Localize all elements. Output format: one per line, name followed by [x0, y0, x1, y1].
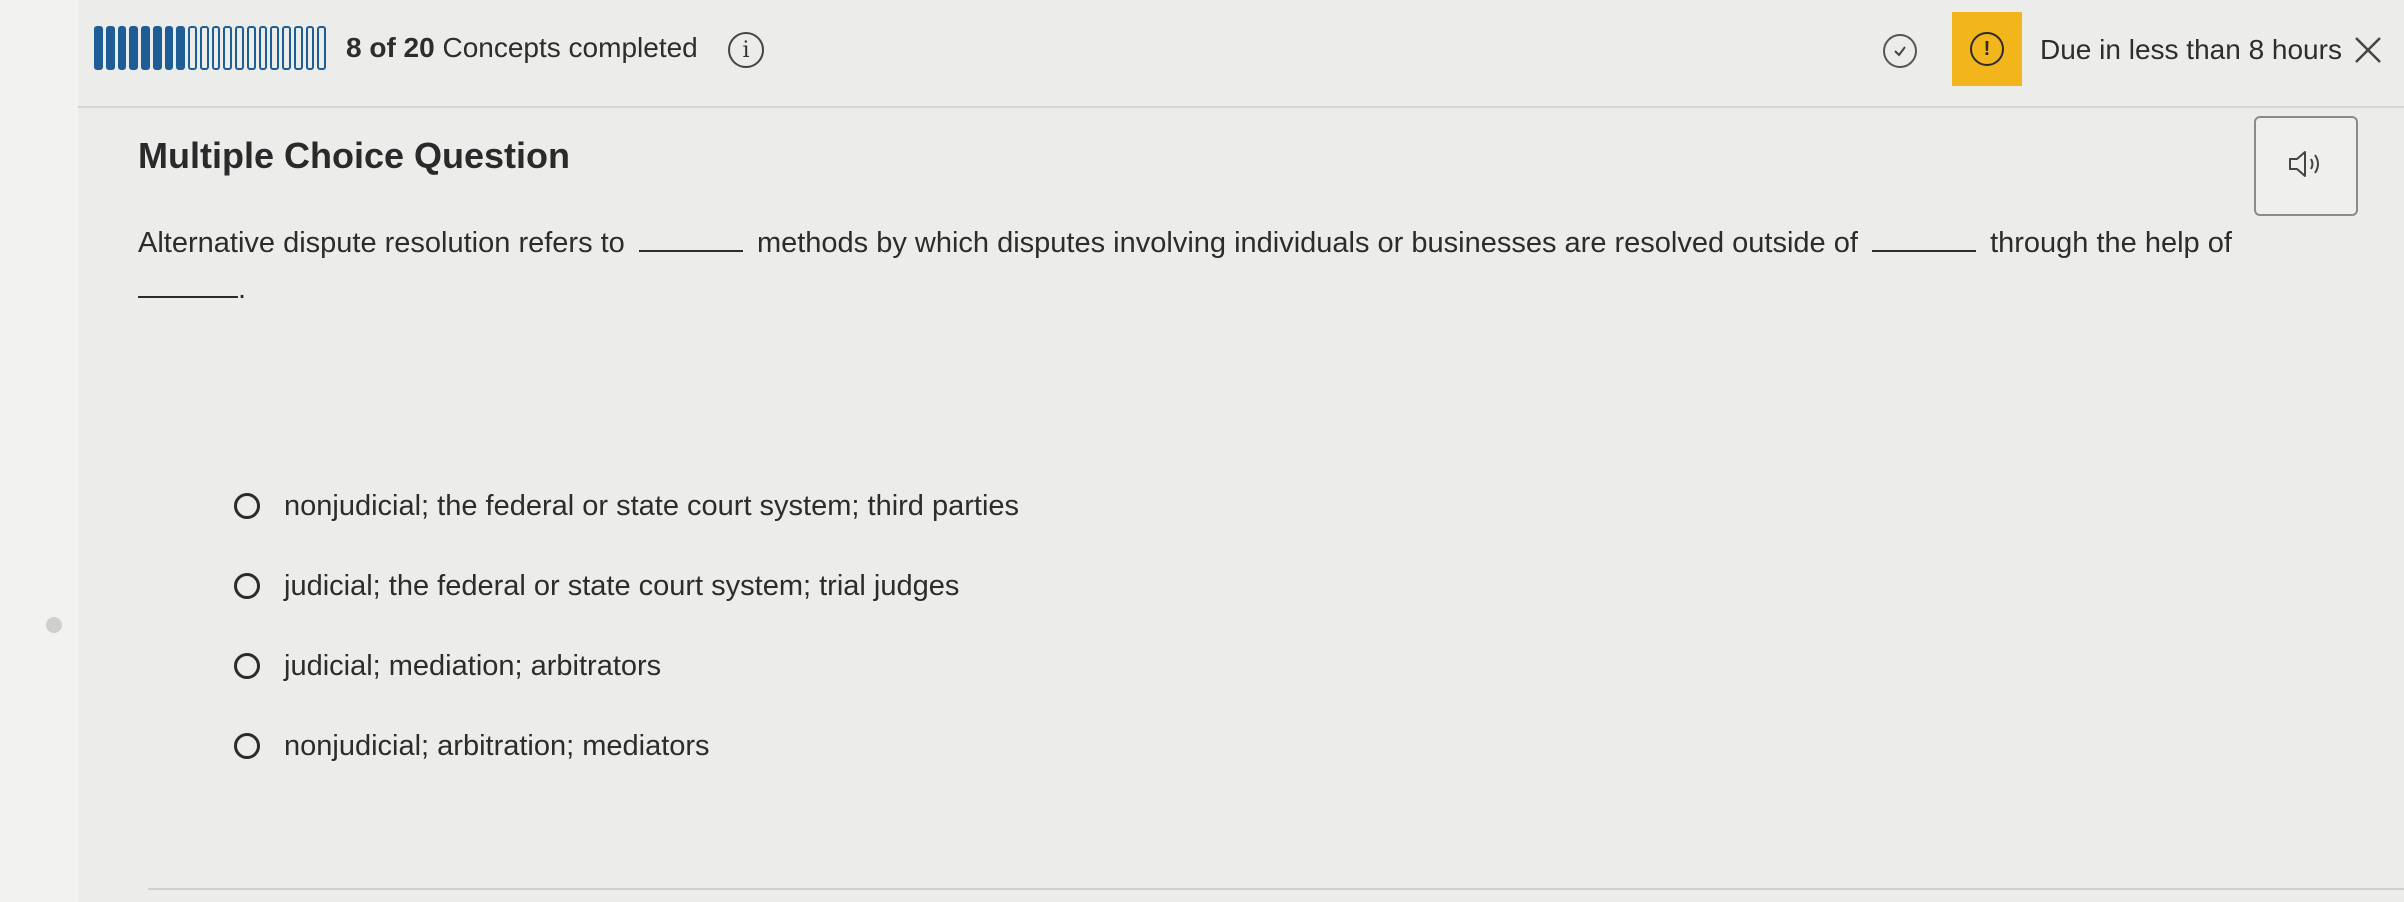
due-text: Due in less than 8 hours — [2040, 34, 2342, 65]
radio-button[interactable] — [234, 493, 260, 519]
progress-segment-complete — [164, 26, 174, 70]
progress-segment-incomplete — [235, 26, 244, 70]
read-aloud-button[interactable] — [2254, 116, 2358, 216]
progress-count: 8 of 20 — [346, 32, 435, 63]
question-text-part: through the help of — [1990, 227, 2232, 259]
left-gutter — [0, 0, 78, 902]
close-icon[interactable] — [2350, 32, 2386, 68]
progress-segment-incomplete — [223, 26, 232, 70]
progress-segment-incomplete — [305, 26, 315, 70]
answer-options: nonjudicial; the federal or state court … — [234, 466, 1019, 786]
option-label: judicial; the federal or state court sys… — [284, 570, 960, 602]
answer-blank — [138, 266, 238, 298]
progress-segment-complete — [94, 26, 103, 70]
question-page: 8 of 20 Concepts completed i ! Due in le… — [78, 0, 2404, 902]
answer-blank — [638, 220, 743, 252]
progress-segment-complete — [105, 26, 115, 70]
check-circle-icon[interactable] — [1883, 34, 1917, 68]
question-text: Alternative dispute resolution refers to… — [138, 220, 2404, 312]
answer-option[interactable]: nonjudicial; the federal or state court … — [234, 466, 1019, 546]
progress-segment-incomplete — [317, 26, 326, 70]
radio-button[interactable] — [234, 653, 260, 679]
answer-option[interactable]: judicial; the federal or state court sys… — [234, 546, 1019, 626]
progress-segment-incomplete — [293, 26, 303, 70]
header-bar: 8 of 20 Concepts completed i ! Due in le… — [78, 0, 2404, 108]
progress-segment-incomplete — [258, 26, 268, 70]
speaker-icon — [2286, 148, 2326, 185]
answer-blank — [1872, 220, 1976, 252]
due-alert-badge: ! — [1952, 12, 2022, 86]
concept-progress-bar — [94, 26, 326, 70]
progress-segment-complete — [152, 26, 162, 70]
progress-segment-complete — [176, 26, 185, 70]
radio-button[interactable] — [234, 573, 260, 599]
exclamation-icon: ! — [1970, 32, 2004, 66]
question-type-title: Multiple Choice Question — [138, 135, 571, 176]
answer-option[interactable]: judicial; mediation; arbitrators — [234, 626, 1019, 706]
progress-segment-complete — [129, 26, 138, 70]
radio-button[interactable] — [234, 733, 260, 759]
question-text-part: . — [238, 273, 247, 305]
progress-segment-incomplete — [188, 26, 197, 70]
question-text-part: Alternative dispute resolution refers to — [138, 227, 625, 259]
progress-suffix: Concepts completed — [442, 32, 698, 63]
progress-segment-complete — [117, 26, 127, 70]
option-label: nonjudicial; arbitration; mediators — [284, 730, 710, 762]
answer-option[interactable]: nonjudicial; arbitration; mediators — [234, 706, 1019, 786]
progress-segment-incomplete — [246, 26, 256, 70]
bottom-divider — [148, 888, 2404, 890]
question-text-part: methods by which disputes involving indi… — [756, 227, 1858, 259]
progress-segment-incomplete — [199, 26, 209, 70]
progress-segment-complete — [141, 26, 150, 70]
concepts-completed-text: 8 of 20 Concepts completed — [346, 30, 698, 66]
gutter-marker — [46, 617, 62, 633]
progress-segment-incomplete — [211, 26, 221, 70]
option-label: judicial; mediation; arbitrators — [284, 650, 662, 682]
progress-segment-incomplete — [282, 26, 291, 70]
info-icon[interactable]: i — [728, 32, 764, 68]
option-label: nonjudicial; the federal or state court … — [284, 490, 1020, 522]
progress-segment-incomplete — [270, 26, 279, 70]
